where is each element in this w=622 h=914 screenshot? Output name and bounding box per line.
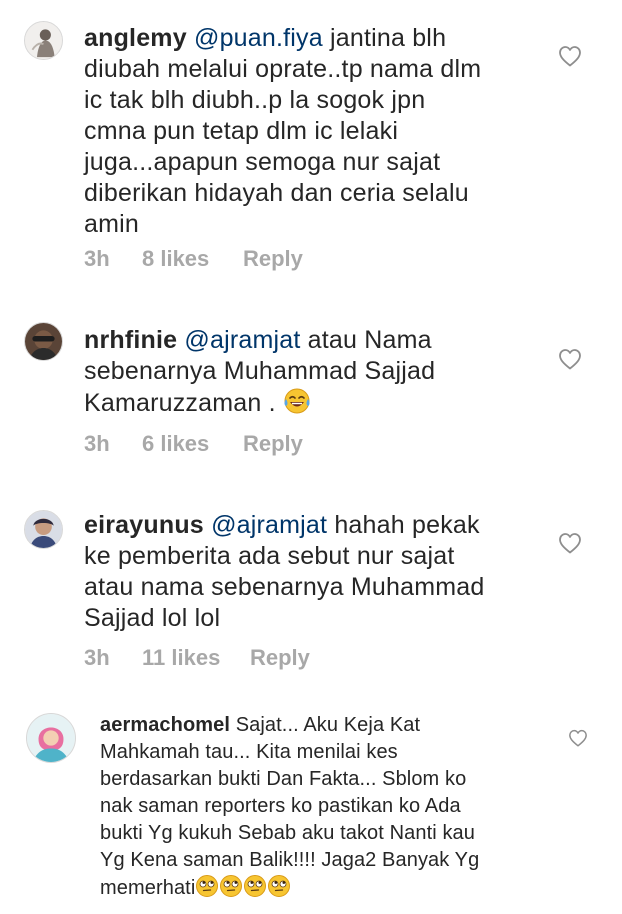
comment-meta: 3h 11 likes Reply — [84, 645, 310, 671]
face-with-rolling-eyes-icon — [220, 875, 243, 897]
comment-text: anglemy @puan.fiya jantina blh diubah me… — [84, 23, 584, 240]
reply-button[interactable]: Reply — [243, 246, 303, 272]
comment-item: eirayunus @ajramjat hahah pekak ke pembe… — [0, 490, 622, 690]
comment-body: jantina blh diubah melalui oprate..tp na… — [84, 24, 482, 238]
comment-time: 3h — [84, 645, 110, 670]
comment-body: Sajat... Aku Keja Kat Mahkamah tau... Ki… — [100, 714, 480, 899]
comment-meta: 3h 6 likes Reply — [84, 431, 303, 457]
heart-outline-icon[interactable] — [568, 729, 588, 747]
avatar[interactable] — [26, 713, 76, 763]
face-with-rolling-eyes-icon — [244, 875, 267, 897]
comment-mention[interactable]: @ajramjat — [184, 326, 300, 354]
comment-mention[interactable]: @ajramjat — [211, 511, 327, 539]
avatar[interactable] — [24, 322, 63, 361]
comment-meta: 3h 8 likes Reply — [84, 246, 303, 272]
face-with-rolling-eyes-icon — [268, 875, 291, 897]
comment-likes[interactable]: 6 likes — [142, 431, 243, 457]
heart-outline-icon[interactable] — [558, 532, 582, 554]
avatar[interactable] — [24, 510, 63, 549]
emoji-row — [195, 875, 291, 899]
comment-mention[interactable]: @puan.fiya — [194, 24, 323, 52]
comment-time: 3h — [84, 246, 110, 271]
comment-username[interactable]: anglemy — [84, 24, 187, 52]
comment-username[interactable]: eirayunus — [84, 511, 204, 539]
comment-text: aermachomel Sajat... Aku Keja Kat Mahkam… — [100, 712, 570, 902]
face-with-tears-of-joy-icon — [284, 388, 310, 414]
comment-time: 3h — [84, 431, 110, 456]
face-with-rolling-eyes-icon — [196, 875, 219, 897]
heart-outline-icon[interactable] — [558, 45, 582, 67]
reply-button[interactable]: Reply — [250, 645, 310, 671]
comment-likes[interactable]: 8 likes — [142, 246, 243, 272]
avatar[interactable] — [24, 21, 63, 60]
comment-item: anglemy @puan.fiya jantina blh diubah me… — [0, 0, 622, 290]
comment-username[interactable]: nrhfinie — [84, 326, 177, 354]
comment-username[interactable]: aermachomel — [100, 714, 230, 736]
comment-text: eirayunus @ajramjat hahah pekak ke pembe… — [84, 510, 564, 634]
comment-item: aermachomel Sajat... Aku Keja Kat Mahkam… — [0, 700, 622, 914]
comment-text: nrhfinie @ajramjat atau Nama sebenarnya … — [84, 325, 564, 419]
reply-button[interactable]: Reply — [243, 431, 303, 457]
comment-likes[interactable]: 11 likes — [142, 645, 250, 671]
comment-item: nrhfinie @ajramjat atau Nama sebenarnya … — [0, 300, 622, 470]
heart-outline-icon[interactable] — [558, 348, 582, 370]
